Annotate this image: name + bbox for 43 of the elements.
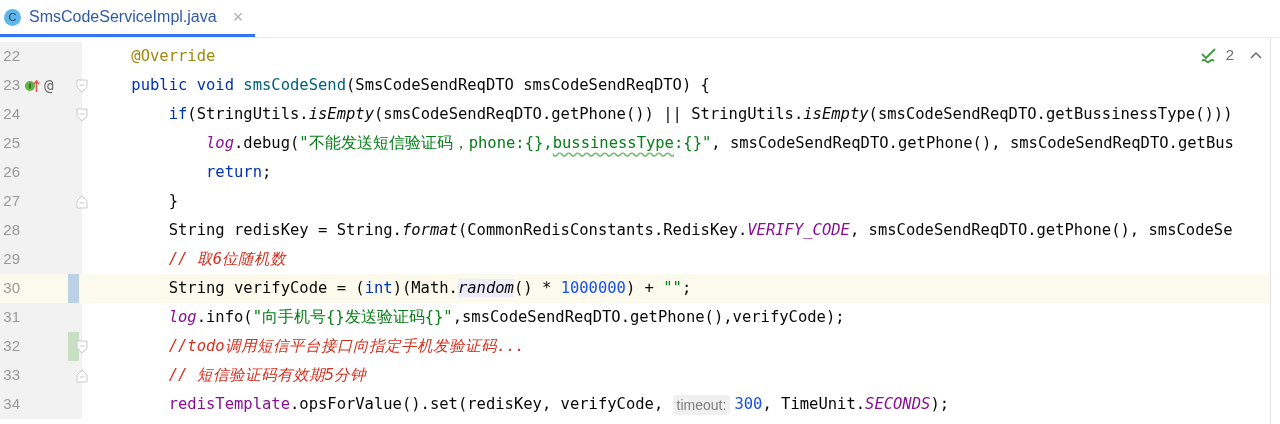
code-text: // 短信验证码有效期5分钟 <box>167 364 366 386</box>
fold-icon[interactable] <box>76 107 88 122</box>
code-text: //todo调用短信平台接口向指定手机发验证码... <box>167 335 525 357</box>
code-text: 300, TimeUnit.SECONDS); <box>734 393 950 415</box>
chevron-up-icon[interactable] <box>1250 51 1262 60</box>
line-number: 27 <box>2 191 20 212</box>
line-number: 34 <box>2 394 20 415</box>
code-text: String redisKey = String.format(CommonRedisConstants.RedisKey.VERIFY_CODE, smsCodeSendReqDTO.getPhone(), smsCodeSe <box>167 219 1233 241</box>
line-number: 31 <box>2 307 20 328</box>
line-number: 24 <box>2 104 20 125</box>
code-text: // 取6位随机数 <box>167 248 286 270</box>
change-marker[interactable] <box>68 274 79 303</box>
problem-count[interactable]: 2 <box>1225 44 1234 67</box>
code-text: if(StringUtils.isEmpty(smsCodeSendReqDTO.getPhone()) || StringUtils.isEmpty(smsCodeSendReqDTO.getBussinessType())) <box>167 103 1233 125</box>
code-text: String verifyCode = (int)(Math.random() * 1000000) + ""; <box>167 277 692 299</box>
code-text: } <box>167 190 178 212</box>
unfold-icon[interactable] <box>76 368 88 383</box>
line-number: 33 <box>2 365 20 386</box>
line-number: 28 <box>2 220 20 241</box>
implements-icon[interactable] <box>24 78 40 93</box>
line-number: 26 <box>2 162 20 183</box>
code-text: log.debug("不能发送短信验证码，phone:{},bussinessType:{}", smsCodeSendReqDTO.getPhone(), smsCodeSendReqDTO.getBus <box>204 132 1234 154</box>
tab-title: SmsCodeServiceImpl.java <box>29 7 217 27</box>
fold-icon[interactable] <box>76 339 88 354</box>
code-text: @Override <box>130 45 216 67</box>
code-text: log.info("向手机号{}发送验证码{}",smsCodeSendReqDTO.getPhone(),verifyCode); <box>167 306 845 328</box>
annotation-icon[interactable]: @ <box>44 77 54 94</box>
code-text: public void smsCodeSend(SmsCodeSendReqDTO smsCodeSendReqDTO) { <box>130 74 710 96</box>
code-text: redisTemplate.opsForValue().set(redisKey, verifyCode, <box>167 393 665 415</box>
class-icon: C <box>4 8 21 26</box>
line-number: 30 <box>2 278 20 299</box>
inlay-hint: timeout: <box>672 394 731 415</box>
change-marker[interactable] <box>68 332 79 361</box>
line-number: 29 <box>2 249 20 270</box>
line-number: 32 <box>2 336 20 357</box>
check-icon[interactable] <box>1199 47 1218 64</box>
line-number: 25 <box>2 133 20 154</box>
file-tab[interactable]: C SmsCodeServiceImpl.java × <box>0 0 256 37</box>
line-number: 22 <box>2 46 20 67</box>
fold-icon[interactable] <box>76 78 88 93</box>
code-text: return; <box>204 161 272 183</box>
line-number: 23 <box>2 75 20 96</box>
unfold-icon[interactable] <box>76 194 88 209</box>
